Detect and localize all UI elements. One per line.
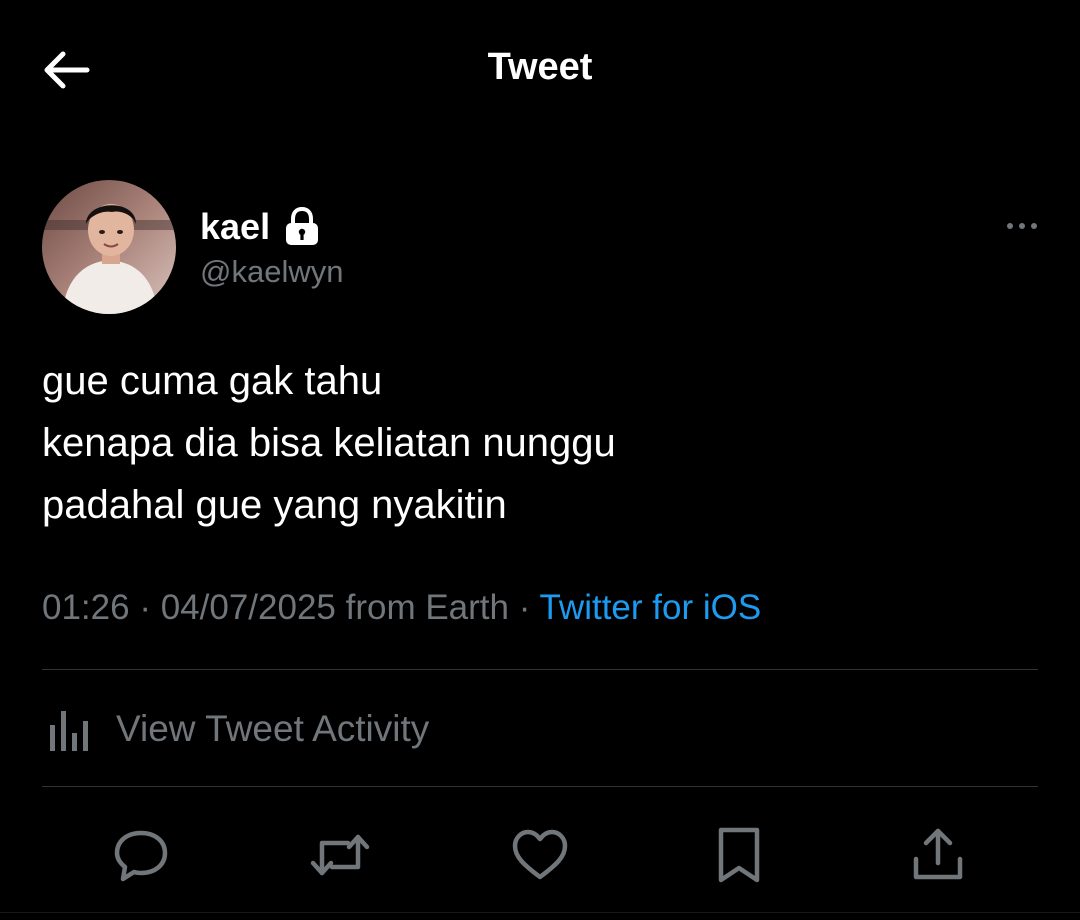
view-activity-label: View Tweet Activity (116, 708, 430, 749)
user-handle[interactable]: @kaelwyn (200, 254, 343, 290)
tweet-line: padahal gue yang nyakitin (42, 483, 507, 527)
tweet-author: kael @kaelwyn (42, 180, 1042, 320)
divider (42, 669, 1038, 670)
tweet-time[interactable]: 01:26 (42, 588, 130, 627)
tweet-line: kenapa dia bisa keliatan nunggu (42, 421, 616, 465)
page-title: Tweet (487, 46, 593, 88)
tweet-body: gue cuma gak tahu kenapa dia bisa keliat… (42, 350, 1022, 536)
tweet-source-link[interactable]: Twitter for iOS (539, 588, 761, 627)
meta-separator: · (129, 588, 161, 627)
avatar-photo (42, 180, 176, 314)
share-button[interactable] (903, 820, 973, 890)
tweet-location: from Earth (335, 588, 509, 627)
like-button[interactable] (505, 820, 575, 890)
more-dot (1019, 223, 1025, 229)
tweet-metadata: 01:26 · 04/07/2025 from Earth · Twitter … (42, 588, 761, 628)
name-row: kael (200, 206, 320, 248)
reply-bubble-icon (114, 830, 168, 882)
more-options-button[interactable] (998, 214, 1046, 238)
retweet-icon (310, 834, 370, 876)
meta-separator: · (508, 588, 540, 627)
reply-button[interactable] (106, 820, 176, 890)
analytics-bars-icon (50, 711, 88, 751)
action-bar (42, 810, 1038, 900)
share-upload-icon (913, 828, 963, 880)
view-activity-button[interactable]: View Tweet Activity (42, 690, 429, 768)
bookmark-button[interactable] (704, 820, 774, 890)
tweet-line: gue cuma gak tahu (42, 359, 383, 403)
bookmark-icon (718, 827, 760, 883)
divider (42, 786, 1038, 787)
avatar[interactable] (42, 180, 176, 314)
top-bar: Tweet (0, 0, 1080, 140)
lock-icon (286, 207, 319, 245)
bottom-divider (0, 912, 1080, 913)
more-dot (1031, 223, 1037, 229)
retweet-button[interactable] (305, 820, 375, 890)
more-dot (1007, 223, 1013, 229)
tweet-date[interactable]: 04/07/2025 (161, 588, 336, 627)
display-name[interactable]: kael (200, 206, 270, 248)
heart-icon (512, 829, 568, 880)
